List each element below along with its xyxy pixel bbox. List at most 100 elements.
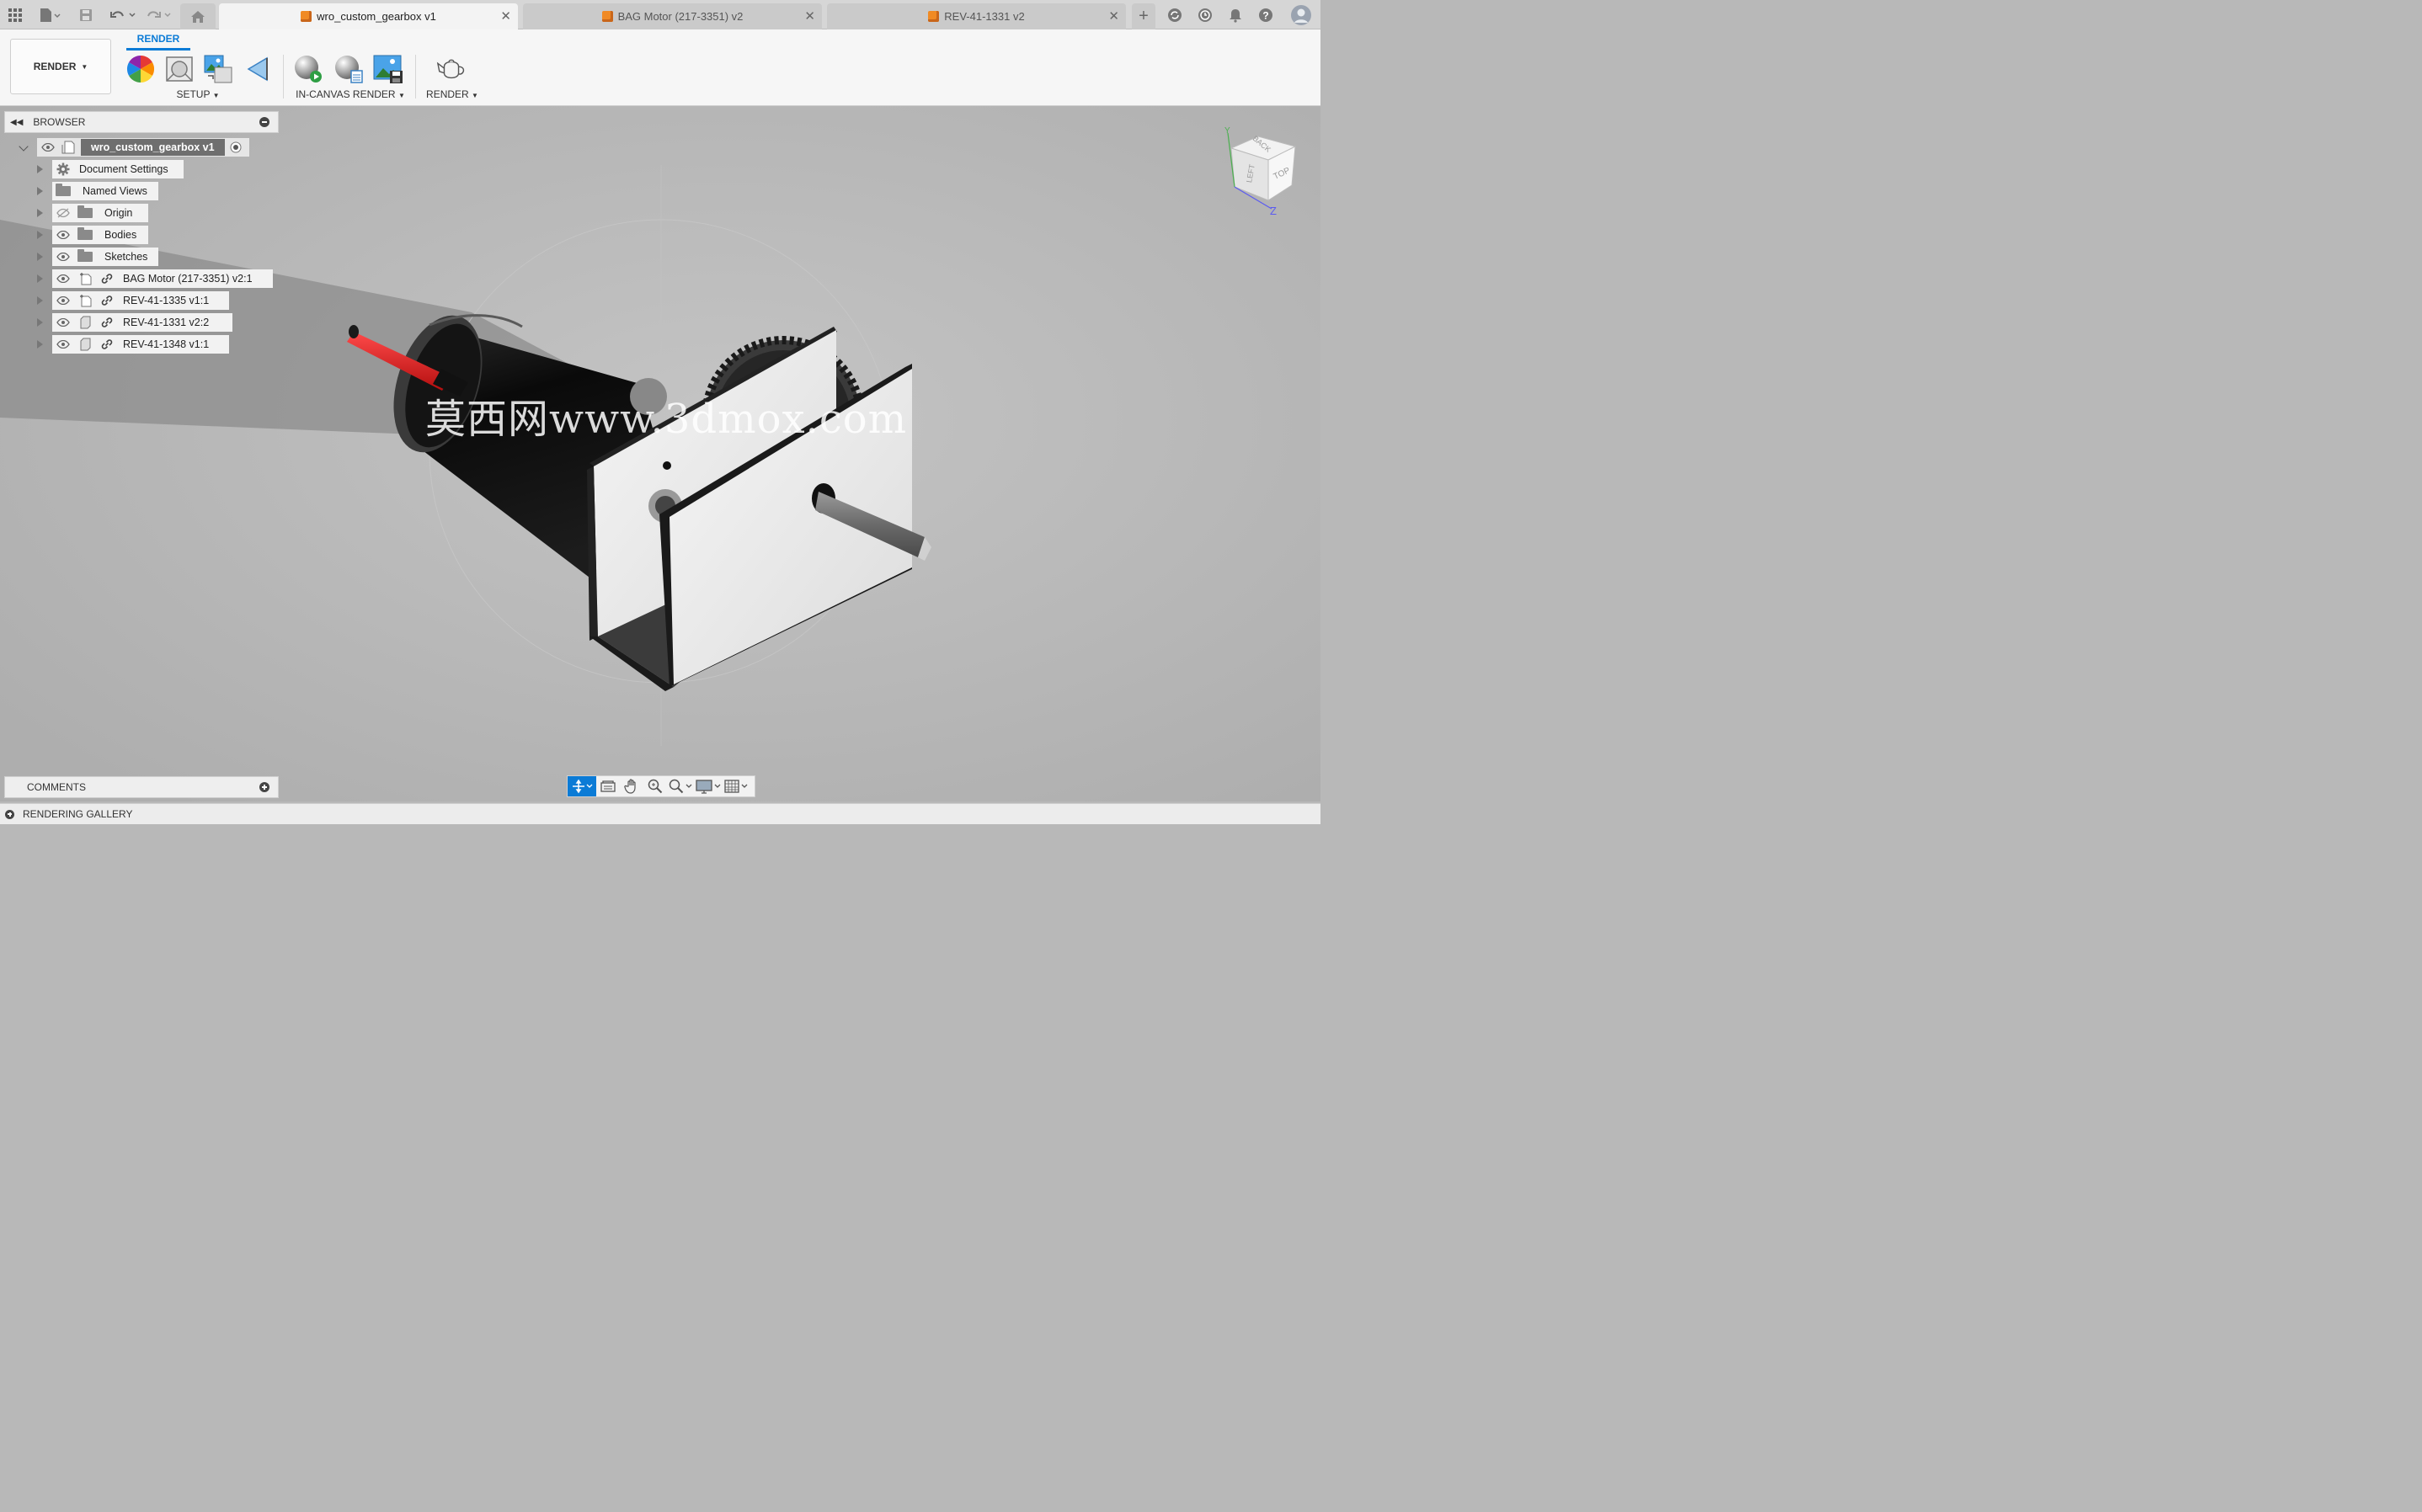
- eye-icon[interactable]: [40, 140, 56, 155]
- user-avatar-icon[interactable]: [1288, 0, 1314, 29]
- rendering-gallery-label: RENDERING GALLERY: [23, 808, 133, 820]
- render-sphere-settings-icon: [335, 56, 363, 83]
- expand-node-icon[interactable]: [37, 296, 43, 305]
- joint-origin-snap-button[interactable]: [568, 776, 596, 796]
- tree-item-label: REV-41-1348 v1:1: [123, 338, 210, 350]
- app-grid-icon[interactable]: [5, 0, 25, 29]
- texture-map-icon: [204, 55, 232, 83]
- viewcube-axis-z: Z: [1270, 205, 1277, 217]
- zoom-icon: [648, 779, 663, 794]
- tree-item-rev-41-1331[interactable]: REV-41-1331 v2:2: [52, 313, 232, 332]
- expand-panel-icon[interactable]: [259, 782, 269, 792]
- render-group-label: RENDER: [426, 88, 469, 100]
- undo-icon[interactable]: [108, 0, 138, 29]
- minimize-panel-icon[interactable]: [259, 117, 269, 127]
- pan-button[interactable]: [620, 776, 643, 796]
- workspace-switcher-button[interactable]: RENDER ▼: [10, 39, 111, 94]
- in-canvas-render-settings-button[interactable]: [333, 53, 364, 85]
- chevron-down-icon: ▼: [472, 92, 478, 99]
- eye-icon[interactable]: [56, 227, 71, 242]
- eye-icon[interactable]: [56, 337, 71, 352]
- grounded-component-icon: [77, 271, 93, 286]
- new-tab-plus-icon[interactable]: +: [1132, 3, 1155, 29]
- tab-render[interactable]: RENDER: [126, 33, 190, 51]
- close-icon[interactable]: ✕: [500, 8, 511, 24]
- sync-icon[interactable]: [1164, 0, 1186, 29]
- tree-item-sketches[interactable]: Sketches: [52, 248, 158, 266]
- help-icon[interactable]: ?: [1255, 0, 1277, 29]
- expand-node-icon[interactable]: [37, 253, 43, 261]
- eye-icon[interactable]: [56, 315, 71, 330]
- in-canvas-render-start-button[interactable]: [293, 53, 323, 85]
- expand-node-icon[interactable]: [37, 274, 43, 283]
- tab-rev-41-1331[interactable]: REV-41-1331 v2 ✕: [827, 3, 1126, 29]
- tree-item-bag-motor[interactable]: BAG Motor (217-3351) v2:1: [52, 269, 273, 288]
- tree-item-rev-41-1348[interactable]: REV-41-1348 v1:1: [52, 335, 229, 354]
- eye-icon[interactable]: [56, 271, 71, 286]
- tab-bag-motor[interactable]: BAG Motor (217-3351) v2 ✕: [523, 3, 822, 29]
- tree-item-rev-41-1335[interactable]: REV-41-1335 v1:1: [52, 291, 229, 310]
- redo-icon[interactable]: [143, 0, 173, 29]
- close-icon[interactable]: ✕: [1108, 8, 1119, 24]
- zoom-button[interactable]: [643, 776, 667, 796]
- fit-window-dropdown[interactable]: [667, 776, 694, 796]
- setup-group-dropdown[interactable]: SETUP ▼: [164, 88, 232, 100]
- render-sphere-play-icon: [295, 56, 322, 83]
- display-settings-dropdown[interactable]: [694, 776, 723, 796]
- notifications-bell-icon[interactable]: [1224, 0, 1246, 29]
- comments-panel-header[interactable]: COMMENTS: [4, 776, 279, 798]
- setup-group-label: SETUP: [176, 88, 211, 100]
- eye-hidden-icon[interactable]: [56, 205, 71, 221]
- tree-item-label: REV-41-1335 v1:1: [123, 295, 210, 306]
- expand-node-icon[interactable]: [37, 318, 43, 327]
- tree-item-bodies[interactable]: Bodies: [52, 226, 148, 244]
- folder-icon: [77, 205, 93, 221]
- expand-node-icon[interactable]: [37, 209, 43, 217]
- tree-item-label: Origin: [104, 207, 133, 219]
- grid-settings-dropdown[interactable]: [723, 776, 751, 796]
- eye-icon[interactable]: [56, 249, 71, 264]
- chevron-down-icon: ▼: [397, 92, 405, 99]
- capture-image-button[interactable]: [373, 53, 403, 85]
- look-at-button[interactable]: [596, 776, 620, 796]
- grounded-component-icon: [77, 293, 93, 308]
- home-tab-icon[interactable]: [180, 3, 216, 29]
- save-icon[interactable]: [76, 0, 96, 29]
- tree-item-origin[interactable]: Origin: [52, 204, 148, 222]
- decal-tool-button[interactable]: [244, 53, 275, 85]
- expand-node-icon[interactable]: [37, 187, 43, 195]
- job-status-clock-icon[interactable]: [1194, 0, 1216, 29]
- viewcube-axis-y: Y: [1224, 126, 1230, 136]
- eye-icon[interactable]: [56, 293, 71, 308]
- expand-node-icon[interactable]: [37, 165, 43, 173]
- file-menu-icon[interactable]: [35, 0, 64, 29]
- expand-node-icon[interactable]: [37, 231, 43, 239]
- scene-settings-tool-button[interactable]: [164, 53, 195, 85]
- tree-item-label: Bodies: [104, 229, 137, 241]
- browser-title: BROWSER: [33, 116, 86, 128]
- close-icon[interactable]: ✕: [804, 8, 815, 24]
- decal-icon: [247, 56, 268, 82]
- activate-radio-icon[interactable]: [228, 140, 243, 155]
- tree-item-document-settings[interactable]: Document Settings: [52, 160, 184, 178]
- browser-panel-header[interactable]: ◀◀ BROWSER: [4, 111, 279, 133]
- hand-pan-icon: [624, 779, 636, 794]
- render-button[interactable]: [436, 53, 467, 85]
- tree-item-label: REV-41-1331 v2:2: [123, 317, 210, 328]
- tab-wro-custom-gearbox[interactable]: wro_custom_gearbox v1 ✕: [219, 3, 518, 29]
- tree-root-node[interactable]: wro_custom_gearbox v1: [37, 138, 249, 157]
- folder-icon: [77, 227, 93, 242]
- tree-item-named-views[interactable]: Named Views: [52, 182, 158, 200]
- texture-map-controls-button[interactable]: [203, 53, 233, 85]
- expand-node-icon[interactable]: [37, 340, 43, 349]
- in-canvas-render-group-dropdown[interactable]: IN-CANVAS RENDER ▼: [291, 88, 409, 100]
- tree-item-label: Named Views: [83, 185, 147, 197]
- appearance-color-wheel-icon: [126, 55, 155, 83]
- expand-gallery-icon[interactable]: [5, 809, 14, 819]
- appearance-tool-button[interactable]: [125, 53, 156, 85]
- collapse-panel-icon[interactable]: ◀◀: [10, 118, 23, 127]
- 3d-canvas[interactable]: BACK LEFT TOP Y Z 莫西网www.3dmox.com: [0, 106, 1320, 801]
- render-group-dropdown[interactable]: RENDER ▼: [424, 88, 481, 100]
- component-icon: [77, 337, 93, 352]
- rendering-gallery-bar[interactable]: RENDERING GALLERY: [0, 803, 1320, 824]
